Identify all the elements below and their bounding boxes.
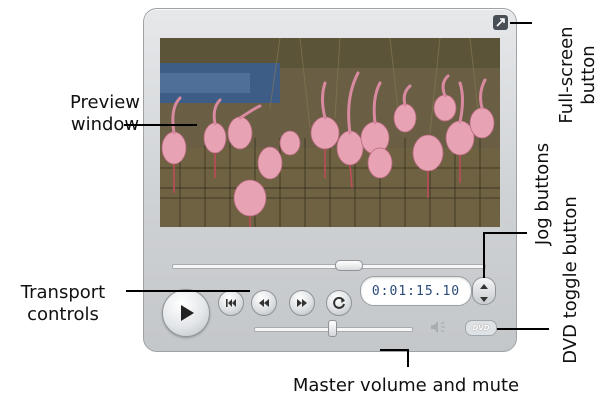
jog-buttons [472,277,496,305]
callout-line-volume-h [380,349,409,351]
fullscreen-button[interactable] [493,15,508,30]
dvd-toggle-button[interactable]: DVD [465,320,497,336]
timecode-value: 0:01:15.10 [371,283,461,299]
go-to-start-button[interactable] [218,290,244,316]
fast-forward-button[interactable] [289,290,315,316]
callout-line-jog-v [483,232,485,278]
volume-slider-handle[interactable] [328,320,337,337]
callout-transport-line2: controls [27,304,99,325]
scrubber-track[interactable] [172,264,486,269]
callout-line-preview [124,124,197,126]
callout-line-jog-h [483,232,527,234]
loop-icon [333,296,345,309]
play-icon [181,305,194,321]
mute-button[interactable] [428,318,448,336]
callout-line-volume-v [407,349,409,367]
rewind-button[interactable] [251,290,277,316]
dvd-toggle-label: DVD [472,324,490,332]
preview-window [160,38,500,227]
skip-to-start-icon [226,299,236,307]
jog-up-button[interactable] [473,278,495,291]
callout-dvd-toggle: DVD toggle button [560,196,581,364]
loop-button[interactable] [326,290,352,316]
callout-fullscreen-line1: Full-screen [556,26,577,124]
callout-line-dvd [497,328,549,330]
rewind-icon [259,299,269,307]
jog-down-button[interactable] [473,291,495,304]
callout-line-fullscreen [510,22,532,24]
chevron-down-icon [480,297,488,302]
callout-fullscreen: Full-screen button [556,5,600,145]
callout-fullscreen-line2: button [578,45,599,105]
callout-jog: Jog buttons [532,142,553,246]
speaker-icon [431,321,445,333]
timecode-display[interactable]: 0:01:15.10 [360,276,472,306]
callout-preview-window-line1: Preview [69,92,141,113]
callout-transport-controls: Transport controls [0,282,126,326]
fast-forward-icon [297,299,307,307]
scrubber-handle[interactable] [335,260,363,271]
preview-image [160,38,500,227]
fullscreen-icon [496,18,505,27]
callout-master-volume: Master volume and mute [292,375,520,396]
callout-preview-window: Preview window [50,92,160,136]
play-button[interactable] [162,289,210,337]
callout-transport-line1: Transport [20,282,106,303]
callout-line-transport [126,290,250,292]
